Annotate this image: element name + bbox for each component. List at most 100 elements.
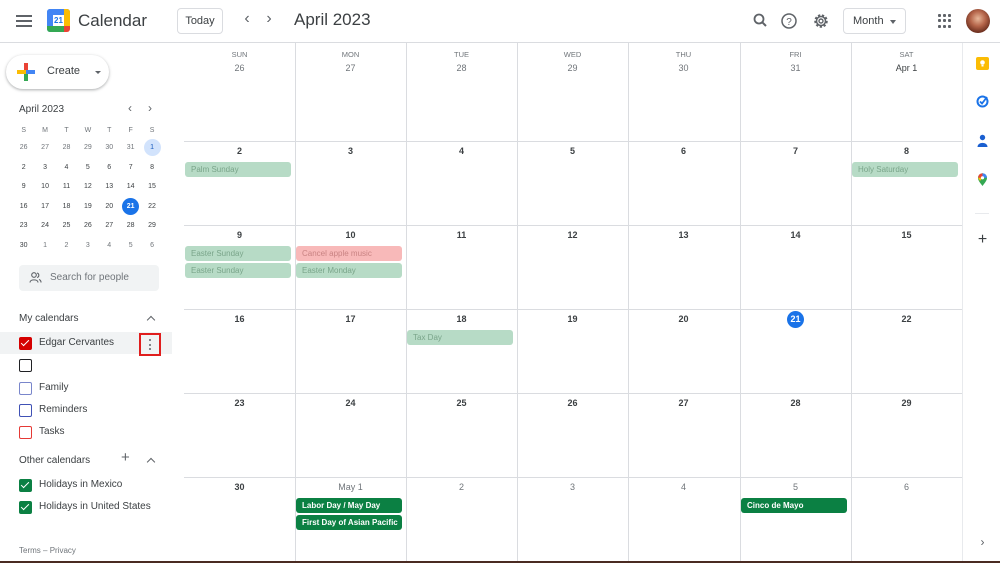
date-number[interactable]: 25 — [406, 398, 517, 408]
chevron-up-icon[interactable] — [145, 314, 157, 324]
date-number[interactable]: 14 — [740, 230, 851, 240]
calendar-checkbox[interactable] — [19, 501, 32, 515]
expand-panel-icon[interactable]: › — [976, 536, 989, 549]
mini-calendar-day[interactable]: 29 — [141, 216, 162, 236]
mini-calendar-day[interactable]: 27 — [99, 216, 120, 236]
date-number[interactable]: 26 — [517, 398, 628, 408]
apps-icon[interactable] — [938, 14, 952, 28]
calendar-options-button[interactable] — [139, 333, 161, 356]
mini-calendar-day[interactable]: 14 — [120, 177, 141, 197]
previous-month-button[interactable]: ‹ — [237, 10, 257, 28]
date-number[interactable]: 22 — [851, 314, 962, 324]
date-number[interactable]: 18 — [406, 314, 517, 324]
app-title[interactable]: Calendar — [78, 11, 147, 31]
date-number[interactable]: 11 — [406, 230, 517, 240]
date-number[interactable]: 3 — [517, 482, 628, 492]
calendar-list-item[interactable]: Reminders — [0, 399, 172, 421]
calendar-logo-icon[interactable]: 21 — [47, 9, 70, 32]
mini-calendar-day[interactable]: 7 — [120, 158, 141, 178]
date-number[interactable]: 21 — [740, 314, 851, 324]
date-number[interactable]: 16 — [184, 314, 295, 324]
mini-calendar-day[interactable]: 1 — [34, 236, 55, 256]
today-button[interactable]: Today — [177, 8, 223, 34]
avatar[interactable] — [966, 9, 990, 33]
date-number[interactable]: 30 — [628, 63, 739, 73]
date-number[interactable]: 27 — [295, 63, 406, 73]
date-number[interactable]: 30 — [184, 482, 295, 492]
mini-calendar-day[interactable]: 2 — [56, 236, 77, 256]
date-number[interactable]: Apr 1 — [851, 63, 962, 73]
mini-calendar-day[interactable]: 28 — [56, 138, 77, 158]
date-number[interactable]: 9 — [184, 230, 295, 240]
mini-calendar-day[interactable]: 26 — [13, 138, 34, 158]
calendar-event[interactable]: Tax Day — [407, 330, 513, 345]
mini-calendar-day[interactable]: 22 — [141, 197, 162, 217]
mini-calendar-day[interactable]: 1 — [141, 138, 162, 158]
date-number[interactable]: 3 — [295, 146, 406, 156]
date-number[interactable]: 26 — [184, 63, 295, 73]
mini-calendar-day[interactable]: 8 — [141, 158, 162, 178]
next-month-button[interactable]: › — [259, 10, 279, 28]
mini-calendar-day[interactable]: 6 — [141, 236, 162, 256]
calendar-checkbox[interactable] — [19, 426, 32, 440]
other-calendars-title[interactable]: Other calendars — [19, 455, 90, 466]
date-number[interactable]: 31 — [740, 63, 851, 73]
my-calendars-title[interactable]: My calendars — [19, 313, 78, 324]
calendar-event[interactable]: Holy Saturday — [852, 162, 958, 177]
create-button[interactable]: Create — [6, 55, 109, 89]
mini-calendar-day[interactable]: 21 — [120, 197, 141, 217]
date-number[interactable]: 10 — [295, 230, 406, 240]
date-number[interactable]: 29 — [851, 398, 962, 408]
calendar-event[interactable]: Easter Sunday — [185, 263, 291, 278]
mini-calendar-day[interactable]: 26 — [77, 216, 98, 236]
calendar-checkbox[interactable] — [19, 359, 32, 373]
date-number[interactable]: 6 — [851, 482, 962, 492]
calendar-event[interactable]: Easter Monday — [296, 263, 402, 278]
mini-calendar-day[interactable]: 16 — [13, 197, 34, 217]
mini-calendar-day[interactable]: 31 — [120, 138, 141, 158]
privacy-link[interactable]: Privacy — [50, 546, 76, 555]
mini-calendar-day[interactable]: 13 — [99, 177, 120, 197]
date-number[interactable]: 13 — [628, 230, 739, 240]
calendar-event[interactable]: Palm Sunday — [185, 162, 291, 177]
calendar-event[interactable]: Easter Sunday — [185, 246, 291, 261]
date-number[interactable]: 8 — [851, 146, 962, 156]
terms-link[interactable]: Terms — [19, 546, 41, 555]
mini-calendar-day[interactable]: 12 — [77, 177, 98, 197]
mini-calendar-day[interactable]: 5 — [77, 158, 98, 178]
mini-calendar-day[interactable]: 27 — [34, 138, 55, 158]
search-people-input[interactable]: Search for people — [19, 265, 159, 291]
calendar-event[interactable]: Cancel apple music — [296, 246, 402, 261]
date-number[interactable]: 15 — [851, 230, 962, 240]
help-icon[interactable]: ? — [779, 11, 799, 31]
calendar-event[interactable]: First Day of Asian Pacific — [296, 515, 402, 530]
maps-icon[interactable] — [976, 173, 989, 186]
settings-icon[interactable] — [811, 11, 831, 31]
mini-calendar-day[interactable]: 17 — [34, 197, 55, 217]
date-number[interactable]: 24 — [295, 398, 406, 408]
mini-calendar-day[interactable]: 4 — [56, 158, 77, 178]
menu-icon[interactable] — [14, 12, 34, 30]
mini-calendar-day[interactable]: 3 — [34, 158, 55, 178]
date-number[interactable]: 7 — [740, 146, 851, 156]
calendar-checkbox[interactable] — [19, 479, 32, 492]
date-number[interactable]: 5 — [517, 146, 628, 156]
date-number[interactable]: 5 — [740, 482, 851, 492]
tasks-icon[interactable] — [976, 95, 989, 108]
mini-calendar-day[interactable]: 29 — [77, 138, 98, 158]
search-icon[interactable] — [751, 11, 771, 31]
date-number[interactable]: 23 — [184, 398, 295, 408]
mini-calendar-prev-button[interactable]: ‹ — [128, 101, 132, 115]
mini-calendar-next-button[interactable]: › — [148, 101, 152, 115]
mini-calendar-day[interactable]: 15 — [141, 177, 162, 197]
date-number[interactable]: 6 — [628, 146, 739, 156]
keep-icon[interactable] — [976, 57, 989, 70]
day-cell[interactable] — [851, 43, 962, 141]
calendar-list-item[interactable]: Holidays in United States — [0, 496, 172, 518]
date-number[interactable]: 28 — [740, 398, 851, 408]
calendar-list-item[interactable]: Tasks — [0, 421, 172, 443]
date-number[interactable]: 17 — [295, 314, 406, 324]
mini-calendar-day[interactable]: 2 — [13, 158, 34, 178]
day-cell[interactable] — [406, 43, 517, 141]
contacts-icon[interactable] — [976, 134, 989, 147]
